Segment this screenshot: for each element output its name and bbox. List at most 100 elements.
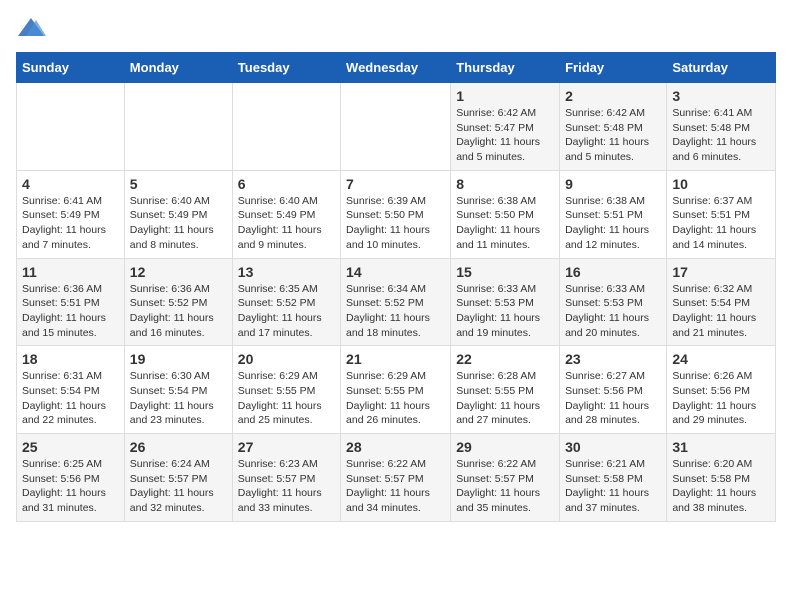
daylight-label: Daylight: 11 hours and 10 minutes. [346, 224, 430, 251]
sunset-label: Sunset: 5:57 PM [456, 473, 534, 485]
day-info: Sunrise: 6:38 AMSunset: 5:50 PMDaylight:… [456, 194, 554, 253]
week-row-1: 1Sunrise: 6:42 AMSunset: 5:47 PMDaylight… [17, 83, 776, 171]
sunrise-label: Sunrise: 6:30 AM [130, 370, 210, 382]
day-number: 6 [238, 176, 335, 192]
sunrise-label: Sunrise: 6:41 AM [672, 107, 752, 119]
daylight-label: Daylight: 11 hours and 5 minutes. [456, 136, 540, 163]
header-day-wednesday: Wednesday [341, 53, 451, 83]
day-info: Sunrise: 6:22 AMSunset: 5:57 PMDaylight:… [456, 457, 554, 516]
sunrise-label: Sunrise: 6:34 AM [346, 283, 426, 295]
sunset-label: Sunset: 5:58 PM [565, 473, 643, 485]
sunrise-label: Sunrise: 6:38 AM [456, 195, 536, 207]
day-info: Sunrise: 6:25 AMSunset: 5:56 PMDaylight:… [22, 457, 119, 516]
calendar-cell: 14Sunrise: 6:34 AMSunset: 5:52 PMDayligh… [341, 258, 451, 346]
day-info: Sunrise: 6:28 AMSunset: 5:55 PMDaylight:… [456, 369, 554, 428]
sunrise-label: Sunrise: 6:27 AM [565, 370, 645, 382]
calendar-cell: 30Sunrise: 6:21 AMSunset: 5:58 PMDayligh… [560, 434, 667, 522]
sunset-label: Sunset: 5:48 PM [565, 122, 643, 134]
day-number: 16 [565, 264, 661, 280]
day-info: Sunrise: 6:40 AMSunset: 5:49 PMDaylight:… [238, 194, 335, 253]
sunrise-label: Sunrise: 6:22 AM [346, 458, 426, 470]
sunrise-label: Sunrise: 6:40 AM [238, 195, 318, 207]
header-row: SundayMondayTuesdayWednesdayThursdayFrid… [17, 53, 776, 83]
day-number: 24 [672, 351, 770, 367]
day-info: Sunrise: 6:41 AMSunset: 5:48 PMDaylight:… [672, 106, 770, 165]
calendar-cell: 10Sunrise: 6:37 AMSunset: 5:51 PMDayligh… [667, 170, 776, 258]
day-number: 5 [130, 176, 227, 192]
day-info: Sunrise: 6:31 AMSunset: 5:54 PMDaylight:… [22, 369, 119, 428]
sunset-label: Sunset: 5:48 PM [672, 122, 750, 134]
calendar-cell: 15 Sunrise: 6:33 AMSunset: 5:53 PMDayligh… [451, 258, 560, 346]
daylight-label: Daylight: 11 hours and 20 minutes. [565, 312, 649, 339]
sunset-label: Sunset: 5:49 PM [238, 209, 316, 221]
sunset-label: Sunset: 5:54 PM [22, 385, 100, 397]
daylight-label: Daylight: 11 hours and 11 minutes. [456, 224, 540, 251]
week-row-4: 18Sunrise: 6:31 AMSunset: 5:54 PMDayligh… [17, 346, 776, 434]
sunset-label: Sunset: 5:52 PM [130, 297, 208, 309]
day-number: 3 [672, 88, 770, 104]
calendar-cell: 8 Sunrise: 6:38 AMSunset: 5:50 PMDaylight… [451, 170, 560, 258]
sunrise-label: Sunrise: 6:26 AM [672, 370, 752, 382]
day-number: 7 [346, 176, 445, 192]
sunset-label: Sunset: 5:51 PM [672, 209, 750, 221]
sunset-label: Sunset: 5:55 PM [346, 385, 424, 397]
day-info: Sunrise: 6:33 AMSunset: 5:53 PMDaylight:… [456, 282, 554, 341]
daylight-label: Daylight: 11 hours and 17 minutes. [238, 312, 322, 339]
calendar-cell: 23Sunrise: 6:27 AMSunset: 5:56 PMDayligh… [560, 346, 667, 434]
calendar-cell: 16Sunrise: 6:33 AMSunset: 5:53 PMDayligh… [560, 258, 667, 346]
daylight-label: Daylight: 11 hours and 21 minutes. [672, 312, 756, 339]
day-number: 13 [238, 264, 335, 280]
calendar-cell: 26Sunrise: 6:24 AMSunset: 5:57 PMDayligh… [124, 434, 232, 522]
day-number: 25 [22, 439, 119, 455]
daylight-label: Daylight: 11 hours and 7 minutes. [22, 224, 106, 251]
day-number: 26 [130, 439, 227, 455]
calendar-cell: 17Sunrise: 6:32 AMSunset: 5:54 PMDayligh… [667, 258, 776, 346]
daylight-label: Daylight: 11 hours and 19 minutes. [456, 312, 540, 339]
sunrise-label: Sunrise: 6:36 AM [22, 283, 102, 295]
day-info: Sunrise: 6:39 AM Sunset: 5:50 PM Daylight:… [346, 194, 445, 253]
sunset-label: Sunset: 5:56 PM [22, 473, 100, 485]
sunset-label: Sunset: 5:56 PM [565, 385, 643, 397]
sunset-label: Sunset: 5:53 PM [565, 297, 643, 309]
sunrise-label: Sunrise: 6:20 AM [672, 458, 752, 470]
sunset-label: Sunset: 5:50 PM [346, 209, 424, 221]
sunset-label: Sunset: 5:54 PM [130, 385, 208, 397]
logo [16, 16, 50, 40]
calendar-cell: 11Sunrise: 6:36 AMSunset: 5:51 PMDayligh… [17, 258, 125, 346]
calendar-cell: 13Sunrise: 6:35 AMSunset: 5:52 PMDayligh… [232, 258, 340, 346]
sunrise-label: Sunrise: 6:39 AM [346, 195, 426, 207]
sunset-label: Sunset: 5:52 PM [346, 297, 424, 309]
calendar-cell: 21Sunrise: 6:29 AMSunset: 5:55 PMDayligh… [341, 346, 451, 434]
day-info: Sunrise: 6:26 AMSunset: 5:56 PMDaylight:… [672, 369, 770, 428]
sunrise-label: Sunrise: 6:35 AM [238, 283, 318, 295]
sunrise-label: Sunrise: 6:28 AM [456, 370, 536, 382]
day-info: Sunrise: 6:41 AMSunset: 5:49 PMDaylight:… [22, 194, 119, 253]
calendar-cell: 18Sunrise: 6:31 AMSunset: 5:54 PMDayligh… [17, 346, 125, 434]
daylight-label: Daylight: 11 hours and 26 minutes. [346, 400, 430, 427]
sunrise-label: Sunrise: 6:25 AM [22, 458, 102, 470]
day-number: 28 [346, 439, 445, 455]
day-number: 15 [456, 264, 554, 280]
calendar-cell: 31Sunrise: 6:20 AMSunset: 5:58 PMDayligh… [667, 434, 776, 522]
day-number: 21 [346, 351, 445, 367]
sunrise-label: Sunrise: 6:38 AM [565, 195, 645, 207]
calendar-cell [124, 83, 232, 171]
day-info: Sunrise: 6:27 AM Sunset: 5:56 PM Daylight:… [565, 369, 661, 428]
calendar-cell: 25Sunrise: 6:25 AMSunset: 5:56 PMDayligh… [17, 434, 125, 522]
calendar-cell: 27Sunrise: 6:23 AMSunset: 5:57 PMDayligh… [232, 434, 340, 522]
day-info: Sunrise: 6:22 AMSunset: 5:57 PMDaylight:… [346, 457, 445, 516]
daylight-label: Daylight: 11 hours and 29 minutes. [672, 400, 756, 427]
sunset-label: Sunset: 5:58 PM [672, 473, 750, 485]
daylight-label: Daylight: 11 hours and 38 minutes. [672, 487, 756, 514]
day-info: Sunrise: 6:21 AMSunset: 5:58 PMDaylight:… [565, 457, 661, 516]
header-day-tuesday: Tuesday [232, 53, 340, 83]
day-number: 2 [565, 88, 661, 104]
header-day-thursday: Thursday [451, 53, 560, 83]
calendar-cell: 7 Sunrise: 6:39 AM Sunset: 5:50 PM Daylight… [341, 170, 451, 258]
calendar-cell: 20Sunrise: 6:29 AMSunset: 5:55 PMDayligh… [232, 346, 340, 434]
header-day-monday: Monday [124, 53, 232, 83]
day-number: 8 [456, 176, 554, 192]
day-number: 19 [130, 351, 227, 367]
day-number: 22 [456, 351, 554, 367]
daylight-label: Daylight: 11 hours and 28 minutes. [565, 400, 649, 427]
